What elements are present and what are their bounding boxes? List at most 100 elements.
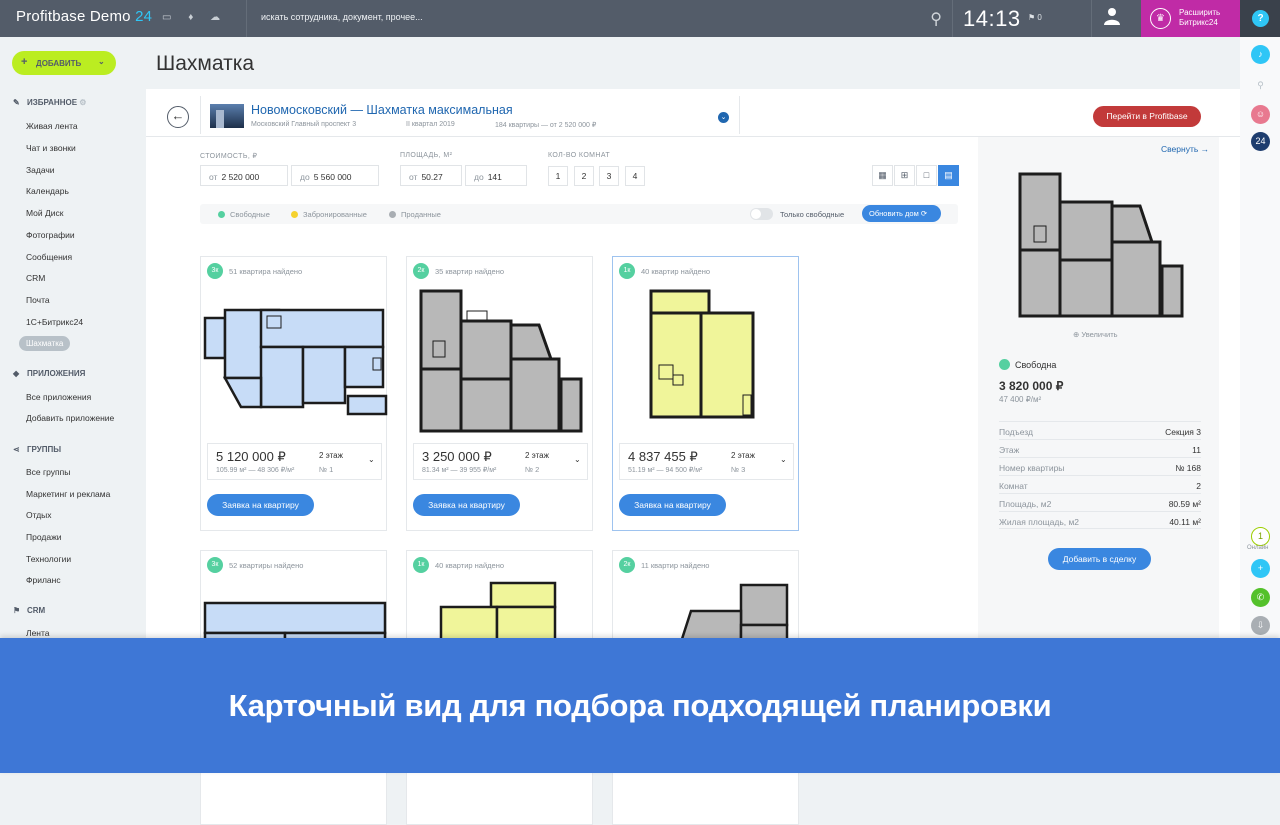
sidebar-item-tasks[interactable]: Задачи (26, 165, 55, 175)
sidebar-item-mail[interactable]: Почта (26, 295, 50, 305)
only-free-toggle[interactable] (750, 208, 773, 220)
apartment-area-ppm: 51.19 м² — 94 500 ₽/м² (628, 467, 703, 474)
free-dot-icon (218, 211, 225, 218)
property-row: Площадь, м2 80.59 м² (999, 493, 1201, 511)
chevron-down-icon[interactable]: ⌄ (368, 455, 375, 464)
bitrix24-icon[interactable]: 24 (1251, 132, 1270, 151)
sidebar-item-sales[interactable]: Продажи (26, 532, 62, 542)
sidebar-item-1c[interactable]: 1С+Битрикс24 (26, 317, 83, 327)
apartment-price: 3 250 000 ₽ (422, 449, 492, 464)
found-count: 40 квартир найдено (435, 561, 505, 570)
view-grid-icon[interactable]: ⊞ (894, 165, 915, 186)
legend-booked: Забронированные (291, 210, 367, 219)
rooms-filter-label: КОЛ-ВО КОМНАТ (548, 152, 611, 159)
apartment-card[interactable]: 3к 51 квартира найдено 5 120 000 ₽ 105.9… (200, 256, 388, 531)
sidebar-item-disk[interactable]: Мой Диск (26, 208, 64, 218)
help-icon[interactable]: ? (1252, 10, 1269, 27)
sidebar-item-shakhmatka[interactable]: Шахматка (19, 336, 71, 351)
rooms-3-button[interactable]: 3 (599, 166, 619, 186)
robot-icon[interactable]: ☺ (1251, 105, 1270, 124)
online-label: Онлайн (1247, 545, 1269, 551)
apartment-price: 4 837 455 ₽ (628, 449, 698, 464)
request-apartment-button[interactable]: Заявка на квартиру (413, 494, 520, 516)
notification-counter[interactable]: ⚑ 0 (1028, 13, 1042, 22)
sidebar-item-messages[interactable]: Сообщения (26, 252, 72, 262)
sidebar-item-freelance[interactable]: Фриланс (26, 575, 61, 585)
sidebar-item-crm[interactable]: CRM (26, 273, 45, 283)
apartment-info-box[interactable]: 5 120 000 ₽ 105.99 м² — 48 306 ₽/м² 2 эт… (207, 443, 382, 480)
phone-icon[interactable]: ✆ (1251, 588, 1270, 607)
price-filter-label: СТОИМОСТЬ, ₽ (200, 153, 258, 160)
gear-icon[interactable]: ⚙ (79, 98, 86, 107)
legend-sold: Проданные (389, 210, 441, 219)
detail-price-per-m2: 47 400 ₽/м² (999, 395, 1042, 404)
rooms-badge: 1к (619, 263, 635, 279)
app-logo[interactable]: Profitbase Demo 24 (16, 8, 152, 25)
search-icon[interactable]: ⚲ (1251, 76, 1270, 95)
sidebar-item-marketing[interactable]: Маркетинг и реклама (26, 489, 110, 499)
project-name[interactable]: Новомосковский — Шахматка максимальная (251, 103, 513, 117)
sidebar-item-rest[interactable]: Отдых (26, 510, 52, 520)
online-counter[interactable]: 1 (1251, 527, 1270, 546)
cube-icon: ◆ (13, 369, 20, 378)
sidebar-item-photos[interactable]: Фотографии (26, 230, 75, 240)
view-grid-small-icon[interactable]: ▦ (872, 165, 893, 186)
sidebar-item-all-apps[interactable]: Все приложения (26, 392, 91, 402)
search-icon[interactable]: ⚲ (930, 9, 942, 29)
sidebar-section-groups[interactable]: ⋖ ГРУППЫ (13, 445, 61, 454)
rooms-2-button[interactable]: 2 (574, 166, 594, 186)
apartment-card[interactable]: 2к 35 квартир найдено 3 250 000 ₽ 81.34 … (406, 256, 593, 531)
rooms-4-button[interactable]: 4 (625, 166, 645, 186)
rooms-1-button[interactable]: 1 (548, 166, 568, 186)
sidebar-item-calendar[interactable]: Календарь (26, 186, 69, 196)
topbar-quick-icons[interactable]: ▭ ♦ ☁ (162, 12, 220, 23)
legend-free: Свободные (218, 210, 270, 219)
search-input[interactable]: искать сотрудника, документ, прочее... (261, 12, 423, 22)
status-dot-icon (999, 359, 1010, 370)
sidebar-item-feed[interactable]: Лента (26, 628, 50, 638)
sidebar-item-add-app[interactable]: Добавить приложение (26, 413, 114, 423)
sidebar-item-all-groups[interactable]: Все группы (26, 467, 70, 477)
apartment-number: № 3 (731, 465, 746, 474)
chevron-down-icon[interactable]: ⌄ (780, 455, 787, 464)
rooms-badge: 2к (619, 557, 635, 573)
refresh-house-button[interactable]: Обновить дом ⟳ (862, 205, 941, 222)
plus-icon[interactable]: + (1251, 559, 1270, 578)
request-apartment-button[interactable]: Заявка на квартиру (207, 494, 314, 516)
view-cards-icon[interactable]: ▤ (938, 165, 959, 186)
user-icon[interactable] (1103, 7, 1121, 30)
sidebar-section-crm[interactable]: ⚑ CRM (13, 606, 45, 615)
request-apartment-button[interactable]: Заявка на квартиру (619, 494, 726, 516)
project-address: Московский Главный проспект 3 (251, 121, 357, 128)
sidebar-item-chat[interactable]: Чат и звонки (26, 143, 76, 153)
apartment-card-selected[interactable]: 1к 40 квартир найдено 4 837 455 ₽ 51.19 … (612, 256, 799, 531)
add-button[interactable]: + ДОБАВИТЬ ⌄ (12, 51, 116, 75)
promo-banner: Карточный вид для подбора подходящей пла… (0, 638, 1280, 773)
sidebar-section-favorites[interactable]: ✎ ИЗБРАННОЕ ⚙ (13, 98, 86, 107)
bell-icon[interactable]: ♪ (1251, 45, 1270, 64)
price-to-input[interactable]: до 5 560 000 (291, 165, 379, 186)
chevron-down-icon[interactable]: ⌄ (574, 455, 581, 464)
goto-profitbase-button[interactable]: Перейти в Profitbase (1093, 106, 1201, 127)
zoom-link[interactable]: ⊕ Увеличить (1073, 330, 1118, 339)
apartment-info-box[interactable]: 4 837 455 ₽ 51.19 м² — 94 500 ₽/м² 2 эта… (619, 443, 794, 480)
sidebar-section-apps[interactable]: ◆ ПРИЛОЖЕНИЯ (13, 369, 85, 378)
clock[interactable]: 14:13 ⚑ 0 (952, 0, 1092, 37)
apartment-floor: 2 этаж (525, 451, 549, 460)
collapse-link[interactable]: Свернуть → (1161, 144, 1209, 154)
price-from-input[interactable]: от 2 520 000 (200, 165, 288, 186)
back-button[interactable]: ← (167, 106, 189, 128)
extend-plan-button[interactable]: ♛ Расширить Битрикс24 (1141, 0, 1240, 37)
sidebar-item-live-feed[interactable]: Живая лента (26, 121, 78, 131)
search-box[interactable]: искать сотрудника, документ, прочее... ⚲ (246, 0, 952, 37)
sidebar-item-tech[interactable]: Технологии (26, 554, 71, 564)
area-from-input[interactable]: от 50.27 (400, 165, 462, 186)
sold-dot-icon (389, 211, 396, 218)
view-single-icon[interactable]: □ (916, 165, 937, 186)
chevron-down-icon[interactable]: ⌄ (718, 112, 729, 123)
apartment-info-box[interactable]: 3 250 000 ₽ 81.34 м² — 39 955 ₽/м² 2 эта… (413, 443, 588, 480)
area-to-input[interactable]: до 141 (465, 165, 527, 186)
top-bar: Profitbase Demo 24 ▭ ♦ ☁ искать сотрудни… (0, 0, 1280, 37)
add-to-deal-button[interactable]: Добавить в сделку (1048, 548, 1151, 570)
download-icon[interactable]: ⇩ (1251, 616, 1270, 635)
